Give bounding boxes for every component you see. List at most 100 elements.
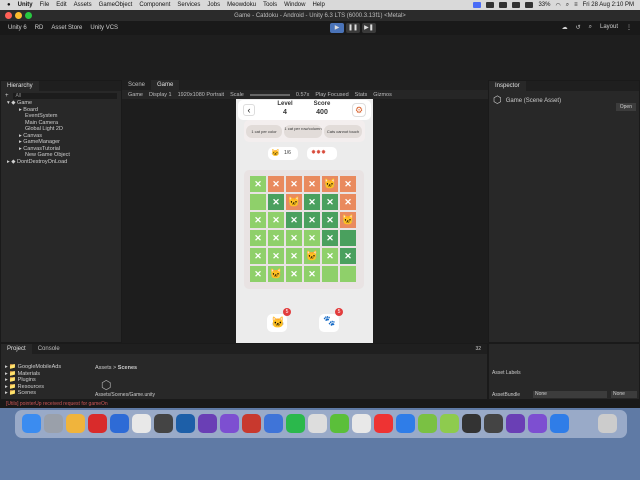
- tab-console[interactable]: Console: [32, 344, 66, 354]
- grid-cell[interactable]: [250, 194, 266, 210]
- tab-inspector[interactable]: Inspector: [489, 81, 526, 91]
- grid-cell[interactable]: ✕: [304, 176, 320, 192]
- finder-icon[interactable]: [22, 414, 41, 433]
- word-icon[interactable]: [110, 414, 129, 433]
- grid-cell[interactable]: ✕: [322, 194, 338, 210]
- tab-hierarchy[interactable]: Hierarchy: [1, 81, 39, 91]
- stats-button[interactable]: Stats: [355, 92, 368, 98]
- app-store-icon[interactable]: [418, 414, 437, 433]
- whatsapp-icon[interactable]: [286, 414, 305, 433]
- unity-icon[interactable]: [484, 414, 503, 433]
- tray-icon-3[interactable]: [512, 2, 521, 8]
- menu-edit[interactable]: Edit: [56, 2, 66, 8]
- android-icon[interactable]: [440, 414, 459, 433]
- app-icon-green[interactable]: [330, 414, 349, 433]
- vs-icon[interactable]: [528, 414, 547, 433]
- git-icon[interactable]: [88, 414, 107, 433]
- unity-hub-icon[interactable]: [462, 414, 481, 433]
- grid-cell[interactable]: ✕: [268, 230, 284, 246]
- grid-cell[interactable]: ✕: [304, 266, 320, 282]
- grid-cell[interactable]: ✕: [250, 176, 266, 192]
- grid-cell[interactable]: ✕: [250, 248, 266, 264]
- grid-cell[interactable]: ✕: [286, 212, 302, 228]
- search-toolbar-icon[interactable]: ⌕: [589, 24, 592, 31]
- grid-cell[interactable]: 🐱: [286, 194, 302, 210]
- tray-icon-1[interactable]: [486, 2, 495, 8]
- control-center-icon[interactable]: ≡: [574, 2, 578, 8]
- hierarchy-ddol[interactable]: ▸ ◆ DontDestroyOnLoad: [7, 159, 121, 166]
- chrome-icon[interactable]: [66, 414, 85, 433]
- activity-icon[interactable]: [154, 414, 173, 433]
- menu-component[interactable]: Component: [139, 2, 170, 8]
- notes-icon[interactable]: [352, 414, 371, 433]
- play-button[interactable]: ▶: [330, 23, 344, 33]
- menu-help[interactable]: Help: [312, 2, 324, 8]
- safari-icon[interactable]: [308, 414, 327, 433]
- search-icon[interactable]: ⌕: [566, 2, 569, 9]
- grid-cell[interactable]: ✕: [250, 212, 266, 228]
- tray-icon-2[interactable]: [499, 2, 508, 8]
- launchpad-icon[interactable]: [44, 414, 63, 433]
- breadcrumb-root[interactable]: Assets: [95, 365, 112, 371]
- add-icon[interactable]: +: [5, 93, 9, 99]
- grid-cell[interactable]: ✕: [340, 176, 356, 192]
- grid-cell[interactable]: ✕: [286, 176, 302, 192]
- close-window-icon[interactable]: [5, 12, 12, 19]
- menu-file[interactable]: File: [40, 2, 50, 8]
- history-icon[interactable]: ↺: [576, 24, 581, 31]
- hierarchy-search-input[interactable]: All: [12, 92, 117, 99]
- unity-version-button[interactable]: Unity 6: [8, 25, 27, 31]
- layout-dropdown[interactable]: Layout: [600, 24, 618, 31]
- gizmos-button[interactable]: Gizmos: [373, 92, 392, 98]
- account-button[interactable]: RD: [35, 25, 44, 31]
- resolution-dropdown[interactable]: 1920x1080 Portrait: [178, 92, 224, 98]
- menu-meowdoku[interactable]: Meowdoku: [227, 2, 256, 8]
- menu-window[interactable]: Window: [284, 2, 305, 8]
- app-icon-red[interactable]: [242, 414, 261, 433]
- menu-gameobject[interactable]: GameObject: [99, 2, 133, 8]
- terminal-icon[interactable]: [176, 414, 195, 433]
- menu-tools[interactable]: Tools: [263, 2, 277, 8]
- play-focused-dropdown[interactable]: Play Focused: [315, 92, 348, 98]
- settings-gear-icon[interactable]: ⚙: [352, 103, 366, 117]
- apple-icon[interactable]: ●: [7, 2, 11, 8]
- menu-app[interactable]: Unity: [18, 2, 33, 8]
- scene-file-icon[interactable]: ⬡: [101, 378, 111, 392]
- grid-cell[interactable]: ✕: [322, 248, 338, 264]
- tab-scene[interactable]: Scene: [122, 80, 151, 90]
- grid-cell[interactable]: ✕: [304, 194, 320, 210]
- grid-cell[interactable]: [340, 266, 356, 282]
- grid-cell[interactable]: ✕: [340, 194, 356, 210]
- more-icon[interactable]: ⋮: [626, 24, 632, 31]
- step-button[interactable]: ▶❚: [362, 23, 376, 33]
- grid-cell[interactable]: 🐱: [322, 176, 338, 192]
- breadcrumb-leaf[interactable]: Scenes: [118, 365, 137, 371]
- grid-cell[interactable]: ✕: [304, 212, 320, 228]
- display-dropdown[interactable]: Display 1: [149, 92, 172, 98]
- rider-icon[interactable]: [506, 414, 525, 433]
- grid-cell[interactable]: ✕: [340, 248, 356, 264]
- asset-bundle-dropdown[interactable]: None: [533, 391, 607, 398]
- game-mode-dropdown[interactable]: Game: [128, 92, 143, 98]
- tab-project[interactable]: Project: [1, 344, 32, 354]
- grid-cell[interactable]: ✕: [268, 176, 284, 192]
- grid-cell[interactable]: 🐱: [268, 266, 284, 282]
- grid-cell[interactable]: ✕: [268, 194, 284, 210]
- folder-scenes[interactable]: ▸ 📁 Scenes: [5, 390, 85, 397]
- grid-cell[interactable]: ✕: [250, 266, 266, 282]
- blender-icon[interactable]: [132, 414, 151, 433]
- trash-icon[interactable]: [598, 414, 617, 433]
- grid-cell[interactable]: ✕: [250, 230, 266, 246]
- menu-jobs[interactable]: Jobs: [207, 2, 220, 8]
- grid-cell[interactable]: ✕: [268, 212, 284, 228]
- grid-cell[interactable]: ✕: [304, 230, 320, 246]
- grid-cell[interactable]: ✕: [286, 248, 302, 264]
- open-button[interactable]: Open: [615, 103, 636, 111]
- grid-cell[interactable]: 🐱: [304, 248, 320, 264]
- grid-cell[interactable]: ✕: [286, 230, 302, 246]
- visual-studio-icon[interactable]: [198, 414, 217, 433]
- mp3-icon[interactable]: [264, 414, 283, 433]
- menu-services[interactable]: Services: [177, 2, 200, 8]
- asset-variant-dropdown[interactable]: None: [611, 391, 637, 398]
- grid-cell[interactable]: [322, 266, 338, 282]
